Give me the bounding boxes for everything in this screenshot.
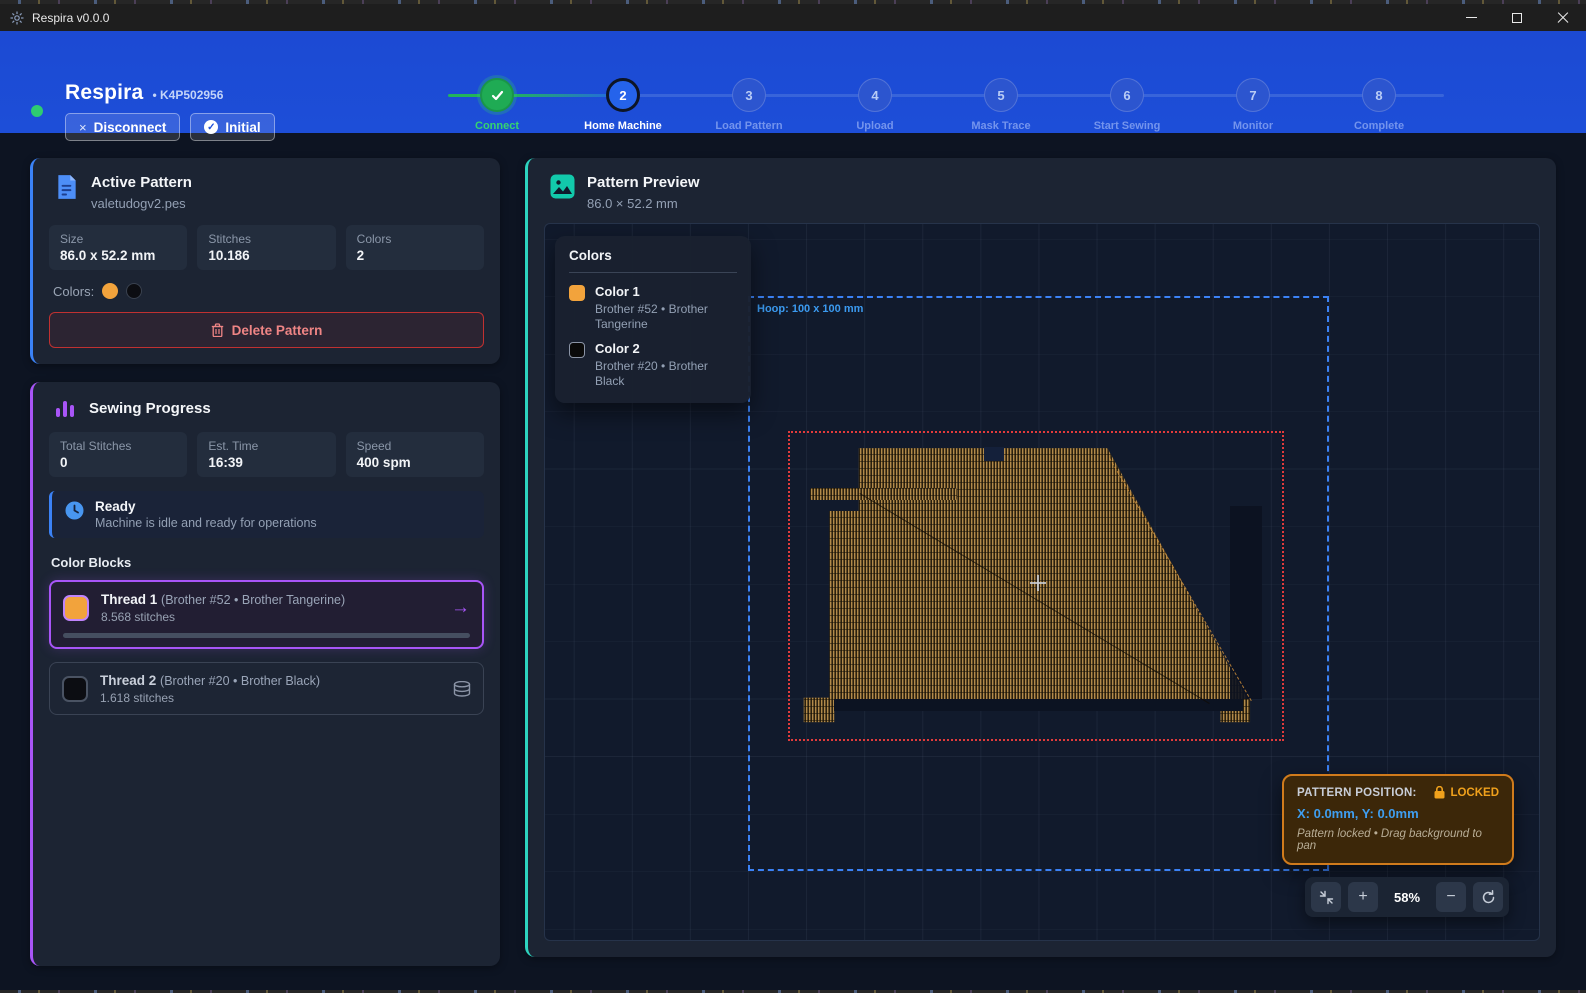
fit-to-screen-button[interactable] (1311, 882, 1341, 912)
refresh-icon (1481, 890, 1496, 905)
layers-stack-icon (453, 681, 471, 697)
pattern-bounding-box (788, 431, 1284, 741)
step-connect-circle (480, 78, 514, 112)
image-icon (550, 174, 575, 199)
pattern-lock-hint: Pattern locked • Drag background to pan (1297, 828, 1499, 852)
minimize-icon (1466, 17, 1477, 18)
colors-label: Colors: (53, 284, 94, 299)
zoom-out-button[interactable]: − (1436, 882, 1466, 912)
zoom-controls: + 58% − (1305, 877, 1509, 917)
pattern-filename: valetudogv2.pes (91, 196, 192, 211)
thread-block-2[interactable]: Thread 2 (Brother #20 • Brother Black) 1… (49, 662, 484, 715)
zoom-in-button[interactable]: + (1348, 882, 1378, 912)
check-circle-icon: ✓ (204, 120, 218, 134)
pattern-dark-strip (1230, 506, 1262, 699)
stat-total-stitches: Total Stitches 0 (49, 432, 187, 477)
pattern-notch (984, 447, 1004, 461)
bar-chart-icon (55, 398, 77, 418)
trash-icon (211, 323, 224, 337)
thread-1-progress-bar (63, 633, 470, 638)
machine-serial: • K4P502956 (152, 88, 223, 102)
active-pattern-card: Active Pattern valetudogv2.pes Size 86.0… (30, 158, 500, 364)
pattern-preview-card: Pattern Preview 86.0 × 52.2 mm Hoop: 100… (525, 158, 1556, 957)
app-header: Respira • K4P502956 × Disconnect ✓ Initi… (0, 31, 1586, 133)
fit-screen-icon (1319, 890, 1334, 905)
embroidery-pattern-bar (810, 488, 958, 500)
maximize-button[interactable] (1494, 4, 1540, 31)
thread-2-swatch (62, 676, 88, 702)
legend-item-color-2: Color 2 Brother #20 • Brother Black (569, 341, 737, 389)
pattern-position-label: PATTERN POSITION: (1297, 787, 1417, 799)
thread-1-swatch (63, 595, 89, 621)
lock-icon (1434, 786, 1445, 799)
status-title: Ready (95, 499, 317, 514)
pattern-coordinates: X: 0.0mm, Y: 0.0mm (1297, 806, 1499, 821)
zoom-level: 58% (1385, 890, 1429, 905)
reset-view-button[interactable] (1473, 882, 1503, 912)
window-title: Respira v0.0.0 (32, 11, 109, 25)
sewing-progress-card: Sewing Progress Total Stitches 0 Est. Ti… (30, 382, 500, 966)
sewing-progress-title: Sewing Progress (89, 400, 211, 417)
thread-block-1[interactable]: Thread 1 (Brother #52 • Brother Tangerin… (49, 580, 484, 649)
legend-swatch-orange (569, 285, 585, 301)
pattern-dark-underlay (834, 699, 1242, 711)
minimize-button[interactable] (1448, 4, 1494, 31)
color-blocks-label: Color Blocks (51, 555, 484, 570)
legend-swatch-black (569, 342, 585, 358)
connection-status-dot (31, 105, 43, 117)
delete-pattern-button[interactable]: Delete Pattern (49, 312, 484, 348)
clock-icon (65, 501, 84, 520)
hoop-label: Hoop: 100 x 100 mm (757, 303, 863, 315)
arrow-right-icon: → (451, 597, 470, 619)
color-swatch-black (126, 283, 142, 299)
stat-colors: Colors 2 (346, 225, 484, 270)
pattern-position-overlay: PATTERN POSITION: LOCKED X: 0.0mm, Y: 0.… (1282, 774, 1514, 865)
stat-size: Size 86.0 x 52.2 mm (49, 225, 187, 270)
close-button[interactable] (1540, 4, 1586, 31)
active-pattern-title: Active Pattern (91, 174, 192, 191)
titlebar: Respira v0.0.0 (0, 4, 1586, 31)
pattern-preview-title: Pattern Preview (587, 174, 700, 191)
embroidery-pattern (790, 433, 1282, 739)
maximize-icon (1512, 13, 1522, 23)
app-icon (10, 11, 24, 25)
stat-est-time: Est. Time 16:39 (197, 432, 335, 477)
brand-title: Respira (65, 81, 143, 105)
close-icon (1557, 12, 1569, 24)
colors-legend: Colors Color 1 Brother #52 • Brother Tan… (555, 236, 751, 403)
stat-speed: Speed 400 spm (346, 432, 484, 477)
locked-badge: LOCKED (1434, 786, 1499, 799)
color-swatch-orange (102, 283, 118, 299)
machine-status-banner: Ready Machine is idle and ready for oper… (49, 491, 484, 538)
preview-canvas[interactable]: Hoop: 100 x 100 mm Colors (544, 223, 1540, 941)
stat-stitches: Stitches 10.186 (197, 225, 335, 270)
file-icon (55, 174, 79, 200)
pattern-dimensions: 86.0 × 52.2 mm (587, 196, 700, 211)
legend-item-color-1: Color 1 Brother #52 • Brother Tangerine (569, 284, 737, 332)
status-description: Machine is idle and ready for operations (95, 516, 317, 530)
